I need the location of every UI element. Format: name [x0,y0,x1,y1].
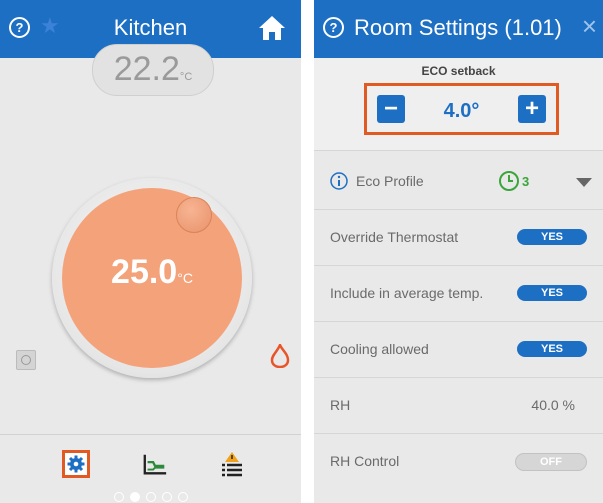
dropdown-caret-icon[interactable] [576,178,592,187]
average-temp-label: Include in average temp. [330,285,484,301]
settings-header: ? Room Settings (1.01) × [314,0,603,58]
rh-value: 40.0 % [531,397,575,413]
alerts-button[interactable] [219,451,245,477]
eco-setback-section: ECO setback − 4.0° + [314,58,603,151]
flame-icon [270,344,290,368]
page-title: Kitchen [113,15,188,40]
average-temp-row: Include in average temp. YES [314,266,603,322]
dial-knob[interactable] [176,197,212,233]
chart-icon [143,454,167,475]
alert-list-icon [222,452,242,477]
bottom-toolbar [0,434,301,503]
home-icon[interactable] [257,14,287,42]
rh-control-row: RH Control OFF [314,434,603,489]
page-dot[interactable] [161,492,172,502]
override-thermostat-row: Override Thermostat YES [314,210,603,266]
settings-icon [67,455,85,473]
clock-icon [499,171,519,191]
eco-setback-stepper: − 4.0° + [364,83,559,135]
eco-increase-button[interactable]: + [518,95,546,123]
cooling-allowed-label: Cooling allowed [330,341,429,357]
mode-toggle-button[interactable] [16,350,36,370]
page-indicator [0,489,301,503]
page-dot[interactable] [113,492,124,502]
set-temperature: 25.0°C [62,252,242,298]
room-settings-panel: ? Room Settings (1.01) × ECO setback − 4… [314,0,603,503]
chart-button[interactable] [142,451,168,477]
page-dot[interactable] [177,492,188,502]
info-icon[interactable] [330,172,348,190]
cooling-allowed-row: Cooling allowed YES [314,322,603,378]
rh-control-toggle[interactable]: OFF [515,453,587,471]
page-dot[interactable] [145,492,156,502]
rh-control-label: RH Control [330,453,400,469]
eco-setback-label: ECO setback [421,64,496,78]
current-temperature: 22.2°C [92,44,214,96]
kitchen-panel: ? ★ Kitchen 22.2°C 25.0°C [0,0,301,503]
page-dot[interactable] [129,492,140,502]
current-temp-unit: °C [179,71,193,83]
rh-label: RH [330,397,351,413]
eco-profile-value: 3 [522,174,530,189]
cooling-allowed-toggle[interactable]: YES [517,341,587,357]
set-temp-value: 25.0 [111,253,178,291]
close-icon[interactable]: × [582,12,597,40]
average-temp-toggle[interactable]: YES [517,285,587,301]
settings-title: Room Settings (1.01) [354,15,562,40]
set-temp-unit: °C [177,270,193,286]
eco-profile-label: Eco Profile [356,173,424,189]
override-thermostat-toggle[interactable]: YES [517,229,587,245]
settings-button[interactable] [62,450,90,478]
eco-profile-row[interactable]: Eco Profile 3 [314,154,603,210]
help-icon[interactable]: ? [323,17,344,38]
override-thermostat-label: Override Thermostat [330,229,459,245]
current-temp-value: 22.2 [113,50,180,88]
rh-row: RH 40.0 % [314,378,603,434]
